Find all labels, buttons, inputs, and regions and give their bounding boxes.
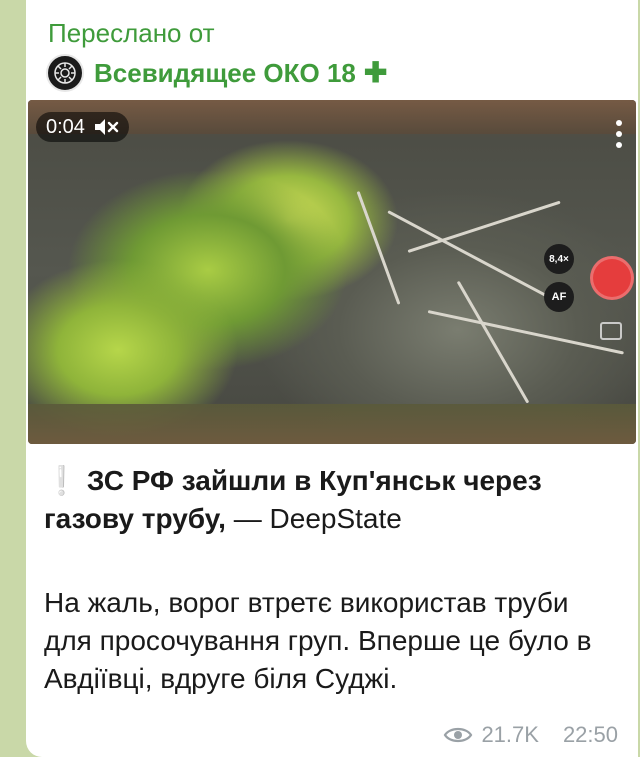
channel-avatar[interactable] <box>46 54 84 92</box>
eye-logo-icon <box>54 62 76 84</box>
views-eye-icon <box>444 727 473 743</box>
channel-link[interactable]: Всевидящее ОКО 18 ✚ <box>46 54 388 92</box>
headline-source: — DeepState <box>225 503 402 534</box>
video-duration-chip[interactable]: 0:04 <box>36 112 129 142</box>
more-options-icon[interactable] <box>616 120 622 148</box>
exclamation-icon: ❕ <box>44 465 79 496</box>
video-bottom-edge <box>28 404 636 444</box>
plus-icon: ✚ <box>363 57 388 88</box>
video-frame <box>28 100 636 444</box>
video-duration: 0:04 <box>46 115 85 138</box>
views-count: 21.7K <box>481 722 539 747</box>
headline: ❕ ЗС РФ зайшли в Куп'янськ через газову т… <box>44 462 624 538</box>
video-player[interactable]: 0:04 8,4× AF <box>28 100 636 444</box>
message-time: 22:50 <box>562 722 618 747</box>
message-body: На жаль, ворог втретє використав труби д… <box>44 587 592 694</box>
zoom-badge: 8,4× <box>544 244 574 274</box>
camera-switch-icon <box>600 322 622 340</box>
af-badge: AF <box>544 282 574 312</box>
channel-name[interactable]: Всевидящее ОКО 18 <box>94 58 356 89</box>
forwarded-label: Переслано от <box>48 18 215 48</box>
speaker-muted-icon[interactable] <box>93 117 119 137</box>
message-meta: 21.7K 22:50 <box>443 722 618 748</box>
record-button-overlay <box>590 256 634 300</box>
